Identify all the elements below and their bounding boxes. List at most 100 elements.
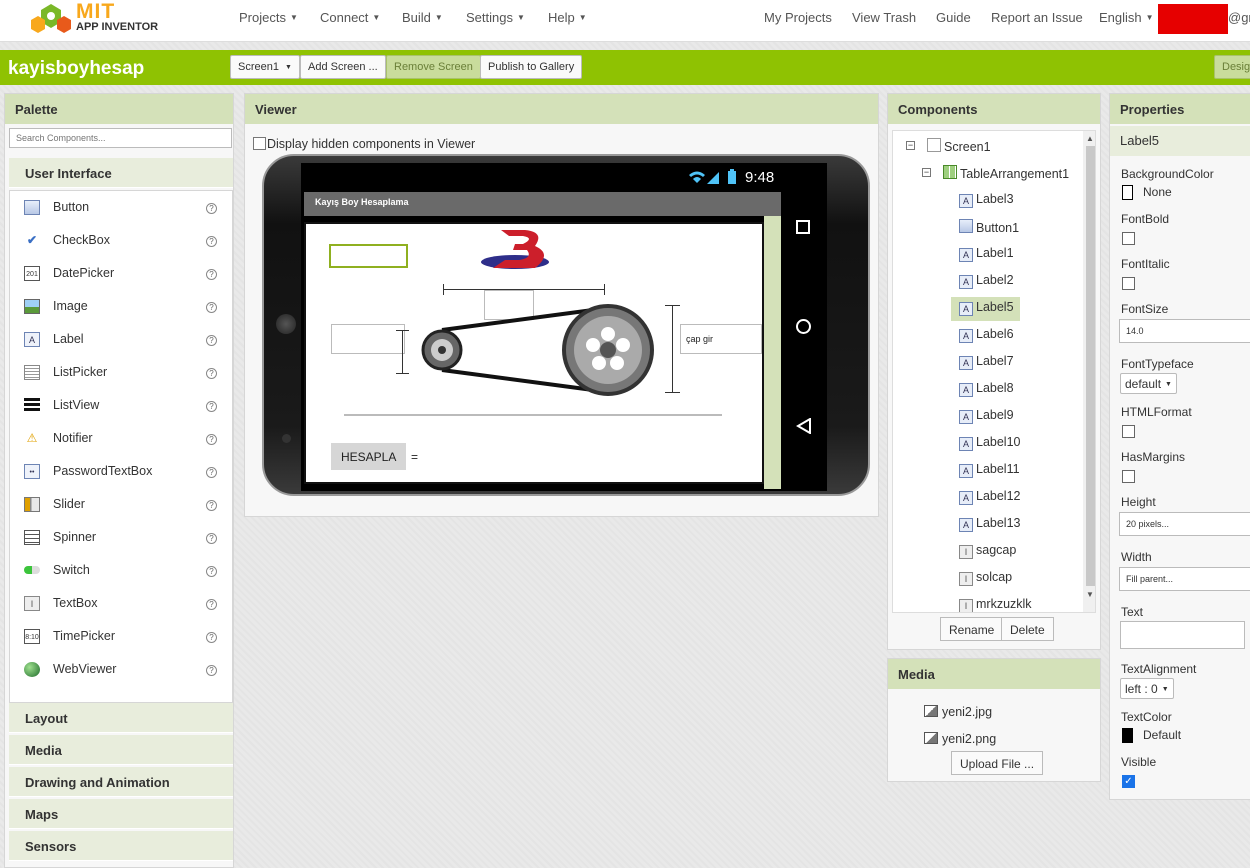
help-icon[interactable]: ?	[206, 302, 217, 313]
delete-button[interactable]: Delete	[1001, 617, 1054, 641]
menu-help[interactable]: Help ▼	[548, 10, 587, 25]
htmlformat-checkbox[interactable]	[1122, 425, 1135, 438]
palette-item-textbox[interactable]: I TextBox ?	[10, 587, 232, 620]
category-layout[interactable]: Layout	[9, 703, 233, 733]
mit-logo[interactable]: MIT APP INVENTOR	[30, 0, 160, 38]
menu-projects[interactable]: Projects ▼	[239, 10, 298, 25]
help-icon[interactable]: ?	[206, 632, 217, 643]
collapse-icon[interactable]: −	[922, 168, 931, 177]
collapse-icon[interactable]: −	[906, 141, 915, 150]
tree-item-label12[interactable]: A Label12	[959, 489, 1021, 511]
user-email[interactable]: @gr	[1228, 10, 1250, 25]
palette-item-listpicker[interactable]: ListPicker ?	[10, 356, 232, 389]
link-guide[interactable]: Guide	[936, 10, 971, 25]
tree-item-label9[interactable]: A Label9	[959, 408, 1014, 430]
palette-item-button[interactable]: Button ?	[10, 191, 232, 224]
category-maps[interactable]: Maps	[9, 799, 233, 829]
publish-gallery-button[interactable]: Publish to Gallery	[480, 55, 583, 79]
input-box-1[interactable]	[329, 244, 408, 268]
tree-item-button1[interactable]: Button1	[959, 219, 1019, 241]
palette-item-label[interactable]: A Label ?	[10, 323, 232, 356]
scroll-up-icon[interactable]: ▲	[1086, 134, 1094, 143]
backgroundcolor-value[interactable]: None	[1143, 185, 1172, 199]
palette-item-timepicker[interactable]: 8:10 TimePicker ?	[10, 620, 232, 653]
menu-connect[interactable]: Connect ▼	[320, 10, 380, 25]
palette-item-spinner[interactable]: Spinner ?	[10, 521, 232, 554]
menu-settings[interactable]: Settings ▼	[466, 10, 525, 25]
search-components-input[interactable]	[9, 128, 232, 148]
tree-item-label5[interactable]: A Label5	[951, 297, 1020, 321]
tree-item-label11[interactable]: A Label11	[959, 462, 1020, 484]
palette-item-checkbox[interactable]: ✔ CheckBox ?	[10, 224, 232, 257]
palette-item-image[interactable]: Image ?	[10, 290, 232, 323]
help-icon[interactable]: ?	[206, 269, 217, 280]
category-media[interactable]: Media	[9, 735, 233, 765]
help-icon[interactable]: ?	[206, 401, 217, 412]
screen-select[interactable]: Screen1 ▼	[230, 55, 300, 79]
palette-item-notifier[interactable]: ⚠ Notifier ?	[10, 422, 232, 455]
tree-item-label3[interactable]: A Label3	[959, 192, 1014, 214]
display-hidden-checkbox[interactable]	[253, 137, 266, 150]
tree-item-label2[interactable]: A Label2	[959, 273, 1014, 295]
fontbold-checkbox[interactable]	[1122, 232, 1135, 245]
link-view-trash[interactable]: View Trash	[852, 10, 916, 25]
tree-item-screen1[interactable]: Screen1	[927, 138, 991, 160]
palette-item-passwordtextbox[interactable]: •• PasswordTextBox ?	[10, 455, 232, 488]
help-icon[interactable]: ?	[206, 665, 217, 676]
width-input[interactable]: Fill parent...	[1119, 567, 1250, 591]
add-screen-button[interactable]: Add Screen ...	[300, 55, 386, 79]
tree-item-solcap[interactable]: Isolcap	[959, 570, 1012, 592]
category-sensors[interactable]: Sensors	[9, 831, 233, 861]
link-my-projects[interactable]: My Projects	[764, 10, 832, 25]
tree-item-label7[interactable]: A Label7	[959, 354, 1014, 376]
help-icon[interactable]: ?	[206, 203, 217, 214]
tree-scrollbar-thumb[interactable]	[1086, 146, 1095, 586]
palette-item-listview[interactable]: ListView ?	[10, 389, 232, 422]
visible-checkbox[interactable]: ✓	[1122, 775, 1135, 788]
help-icon[interactable]: ?	[206, 434, 217, 445]
tree-item-mrkzuzklk[interactable]: Imrkzuzklk	[959, 597, 1032, 612]
fontsize-input[interactable]: 14.0	[1119, 319, 1250, 343]
help-icon[interactable]: ?	[206, 335, 217, 346]
textalignment-select[interactable]: left : 0 ▼	[1120, 678, 1174, 699]
solcap-input[interactable]	[331, 324, 405, 354]
link-report-issue[interactable]: Report an Issue	[991, 10, 1083, 25]
textcolor-swatch[interactable]	[1122, 728, 1133, 743]
home-icon[interactable]	[796, 319, 811, 334]
help-icon[interactable]: ?	[206, 500, 217, 511]
category-drawing-animation[interactable]: Drawing and Animation	[9, 767, 233, 797]
palette-item-slider[interactable]: Slider ?	[10, 488, 232, 521]
textcolor-value[interactable]: Default	[1143, 728, 1181, 742]
upload-file-button[interactable]: Upload File ...	[951, 751, 1044, 775]
menu-build[interactable]: Build ▼	[402, 10, 443, 25]
backgroundcolor-swatch[interactable]	[1122, 185, 1133, 200]
tree-item-sagcap[interactable]: Isagcap	[959, 543, 1016, 565]
category-user-interface[interactable]: User Interface	[9, 158, 233, 188]
help-icon[interactable]: ?	[206, 599, 217, 610]
media-file-jpg[interactable]: yeni2.jpg	[924, 705, 992, 719]
tree-item-label8[interactable]: A Label8	[959, 381, 1014, 403]
back-icon[interactable]	[796, 418, 812, 434]
palette-item-webviewer[interactable]: WebViewer ?	[10, 653, 232, 686]
tree-item-label1[interactable]: A Label1	[959, 246, 1014, 268]
tree-item-label13[interactable]: A Label13	[959, 516, 1021, 538]
recent-apps-icon[interactable]	[796, 220, 810, 234]
help-icon[interactable]: ?	[206, 236, 217, 247]
palette-item-switch[interactable]: Switch ?	[10, 554, 232, 587]
tree-item-tablearrangement1[interactable]: TableArrangement1	[943, 165, 1069, 187]
help-icon[interactable]: ?	[206, 368, 217, 379]
fontitalic-checkbox[interactable]	[1122, 277, 1135, 290]
tree-item-label6[interactable]: A Label6	[959, 327, 1014, 349]
remove-screen-button[interactable]: Remove Screen	[386, 55, 481, 79]
hasmargins-checkbox[interactable]	[1122, 470, 1135, 483]
height-input[interactable]: 20 pixels...	[1119, 512, 1250, 536]
palette-item-datepicker[interactable]: 201 DatePicker ?	[10, 257, 232, 290]
fonttypeface-select[interactable]: default ▼	[1120, 373, 1177, 394]
help-icon[interactable]: ?	[206, 566, 217, 577]
help-icon[interactable]: ?	[206, 533, 217, 544]
media-file-png[interactable]: yeni2.png	[924, 732, 996, 746]
tree-item-label10[interactable]: A Label10	[959, 435, 1021, 457]
language-select[interactable]: English ▼	[1099, 10, 1154, 25]
designer-button[interactable]: Desig	[1214, 55, 1250, 79]
scroll-down-icon[interactable]: ▼	[1086, 590, 1094, 599]
